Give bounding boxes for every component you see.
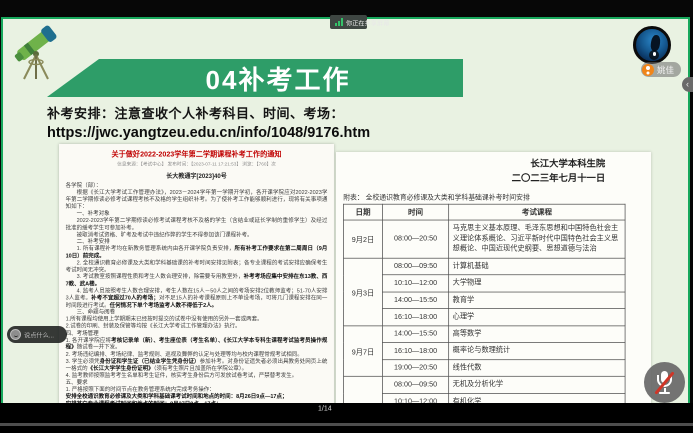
slide-subtitle: 补考安排：注意查收个人补考科目、时间、考场： xyxy=(47,103,344,122)
time-cell: 14:00—15:50 xyxy=(382,292,448,309)
table-row: 9月8日08:00—09:50无机及分析化学 xyxy=(344,376,626,393)
course-cell: 线性代数 xyxy=(449,359,625,376)
issue-date: 二〇二三年七月十一日 xyxy=(343,170,644,184)
telescope-illustration xyxy=(7,21,67,83)
notice-paragraph: 3. 考试教室按照课程性质和考生人数合理安排，除需要专用教室外，补考考场应集中安… xyxy=(66,274,328,288)
notice-paragraph: 1.所有课程均使用上学期期末已经按时提交的试卷中没有使用的另外一套或两套。 xyxy=(66,316,328,323)
avatar-mic-icon xyxy=(649,50,659,60)
table-row: 19:00—20:50线性代数 xyxy=(344,359,626,376)
date-cell: 9月8日 xyxy=(344,376,383,405)
slide-url[interactable]: https://jwc.yangtzeu.edu.cn/info/1048/91… xyxy=(47,125,370,141)
notice-paragraph: 4. 监考人员按照考生人数合理安排，考生人数在15人－50人之间的考场安排2位教… xyxy=(66,288,328,309)
notice-paragraph: 1. 各开课学院应将考核记录单（新）、考生座位表（考生名单）、《长江大学本专科生… xyxy=(66,337,328,351)
table-row: 16:10—18:00概率论与数理统计 xyxy=(344,342,626,359)
time-cell: 08:00—20:50 xyxy=(382,220,448,258)
chat-placeholder: 说点什么... xyxy=(24,330,46,339)
time-cell: 14:00—15:50 xyxy=(382,326,448,343)
notice-paragraph: 各学院（部）： xyxy=(66,183,328,190)
participant-avatar[interactable] xyxy=(633,26,671,64)
table-header-cell: 时间 xyxy=(382,204,448,220)
notice-paragraph: 1. 严格按照下面的时间节点在教务管理系统内完成考务操作： xyxy=(66,387,328,394)
notice-document: 关于做好2022-2023学年第二学期课程补考工作的通知 信息来源：【考试中心】… xyxy=(59,144,334,405)
screen-sharing-badge: 你正在共享屏幕 xyxy=(330,15,367,29)
notice-paragraph: 五、要求 xyxy=(66,380,328,387)
sharing-badge-label: 你正在共享屏幕 xyxy=(346,17,356,26)
notice-meta: 信息来源：【考试中心】 发布时间：【2023-07-11 17:21:53】 浏… xyxy=(66,161,328,168)
table-row: 16:10—18:00心理学 xyxy=(344,309,626,326)
issuing-org: 长江大学本科生院 xyxy=(343,156,644,170)
notice-paragraph: 1. 所有课程补考均在新教务管理系统内由各开课学院负责安排，所有补考工作要求在第… xyxy=(66,246,328,260)
notice-doc-number: 长大教通字[2023]40号 xyxy=(66,172,328,181)
slide-title-banner: 04补考工作 xyxy=(47,59,463,97)
course-cell: 计算机基础 xyxy=(449,258,625,275)
course-cell: 心理学 xyxy=(449,309,625,326)
page-indicator: 1/14 xyxy=(318,405,332,413)
emoji-face-icon xyxy=(10,329,21,340)
notice-body: 各学院（部）：根据《长江大学考试工作管理办法》，2023－2024学年第一学期开… xyxy=(66,183,328,406)
notice-paragraph: 2. 考场违纪编排、考场纪律、监考规则、巡视及舞弊的认定与处理等均与校内课程常规… xyxy=(66,351,328,358)
makeup-exam-schedule-table: 日期时间考试课程 9月2日08:00—20:50马克思主义基本原理、毛泽东思想和… xyxy=(343,204,625,405)
date-cell: 9月3日 xyxy=(344,258,383,326)
course-cell: 概率论与数理统计 xyxy=(449,342,625,359)
time-cell: 08:00—09:50 xyxy=(382,376,448,393)
notice-paragraph: 2. 全校通识教育必修课及大类和学科基础课的补考时间安排见附表；各专业课程的考试… xyxy=(66,260,328,274)
bottom-bar xyxy=(0,403,693,433)
taskbar-divider xyxy=(0,423,693,426)
notice-paragraph: 安排全校通识教育必修课及大类和学科基础课考试时间和地点的时间：8月26日9点—1… xyxy=(66,394,328,401)
screen: 你正在共享屏幕 04补考工作 补考安排：注意查收个人补考科目、时间、考场： ht… xyxy=(0,0,693,433)
table-row: 10:10—12:00大学物理 xyxy=(344,275,626,292)
notice-paragraph: 4. 监考教师按照监考考生名单和考生证件，核实考生身份后方可发放试卷考试，严禁替… xyxy=(66,373,328,380)
table-row: 14:00—15:50教育学 xyxy=(344,292,626,309)
notice-paragraph: 2.试卷的印刷、封装及保管等均按《长江大学考试工作管理办法》执行。 xyxy=(66,323,328,330)
notice-paragraph: 3. 学生必须凭身份证和学生证（已结业学生凭身份证）参加补考。对身份证遗失者必须… xyxy=(66,358,328,372)
time-cell: 08:00—09:50 xyxy=(382,258,448,275)
notice-title: 关于做好2022-2023学年第二学期课程补考工作的通知 xyxy=(66,148,328,158)
person-icon xyxy=(642,64,654,76)
table-header-row: 日期时间考试课程 xyxy=(344,204,626,220)
table-header-cell: 考试课程 xyxy=(449,204,625,220)
notice-paragraph: 一、补考对象 xyxy=(66,211,328,218)
time-cell: 16:10—18:00 xyxy=(382,342,448,359)
notice-paragraph: 四、考场管理 xyxy=(66,330,328,337)
chat-input-pill[interactable]: 说点什么... xyxy=(7,326,67,343)
collapse-panel-button[interactable]: ‹ xyxy=(682,77,693,92)
course-cell: 高等数学 xyxy=(449,326,625,343)
table-header-cell: 日期 xyxy=(344,204,383,220)
participant-name: 姚佳 xyxy=(657,64,674,76)
mute-mic-button[interactable] xyxy=(644,362,685,403)
schedule-document: 长江大学本科生院 二〇二三年七月十一日 附表： 全校通识教育必修课及大类和学科基… xyxy=(336,152,651,405)
course-cell: 大学物理 xyxy=(449,275,625,292)
time-cell: 10:10—12:00 xyxy=(382,275,448,292)
date-cell: 9月2日 xyxy=(344,220,383,258)
time-cell: 19:00—20:50 xyxy=(382,359,448,376)
notice-paragraph: 根据《长江大学考试工作管理办法》，2023－2024学年第一学期开学初，各开课学… xyxy=(66,190,328,211)
table-row: 9月7日14:00—15:50高等数学 xyxy=(344,326,626,343)
signal-bars-icon xyxy=(335,18,343,26)
date-cell: 9月7日 xyxy=(344,326,383,377)
table-row: 9月3日08:00—09:50计算机基础 xyxy=(344,258,626,275)
participant-name-badge: 姚佳 xyxy=(641,62,681,77)
course-cell: 无机及分析化学 xyxy=(449,376,625,393)
table-caption: 附表： 全校通识教育必修课及大类和学科基础课补考时间安排 xyxy=(343,192,644,202)
time-cell: 16:10—18:00 xyxy=(382,309,448,326)
avatar-image xyxy=(650,34,661,51)
notice-paragraph: 2022-2023学年第二学期修读必修考试课程考核不及格的学生（含结业或延长学制… xyxy=(66,218,328,232)
shared-screen-frame: 04补考工作 补考安排：注意查收个人补考科目、时间、考场： https://jw… xyxy=(1,17,690,405)
table-row: 9月2日08:00—20:50马克思主义基本原理、毛泽东思想和中国特色社会主义理… xyxy=(344,220,626,258)
course-cell: 教育学 xyxy=(449,292,625,309)
course-cell: 马克思主义基本原理、毛泽东思想和中国特色社会主义理论体系概论、习近平新时代中国特… xyxy=(449,220,625,258)
slide-title: 04补考工作 xyxy=(160,60,351,97)
